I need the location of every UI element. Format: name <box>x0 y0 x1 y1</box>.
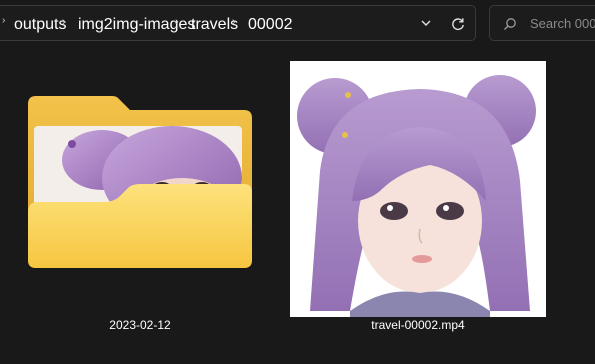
search-icon <box>504 18 516 30</box>
folder-name: 2023-02-12 <box>109 318 171 332</box>
chevron-right-icon[interactable]: › <box>175 16 179 28</box>
video-thumbnail-image <box>290 61 546 317</box>
refresh-icon[interactable] <box>450 16 466 32</box>
address-bar[interactable]: › outputs › img2img-images › travels › 0… <box>0 5 476 41</box>
chevron-right-icon[interactable]: › <box>2 15 5 26</box>
folder-item[interactable] <box>22 90 258 275</box>
breadcrumb-item-outputs[interactable]: outputs <box>14 16 66 34</box>
breadcrumb-item-00002[interactable]: 00002 <box>248 16 293 34</box>
folder-icon <box>28 96 252 268</box>
search-box[interactable]: Search 00002 <box>489 5 595 41</box>
chevron-right-icon[interactable]: › <box>232 16 236 28</box>
video-thumbnail[interactable] <box>290 61 546 317</box>
video-file-name: travel-00002.mp4 <box>371 318 465 332</box>
search-input[interactable]: Search 00002 <box>530 16 595 31</box>
chevron-right-icon[interactable]: › <box>62 16 66 28</box>
chevron-down-icon[interactable] <box>419 16 433 30</box>
